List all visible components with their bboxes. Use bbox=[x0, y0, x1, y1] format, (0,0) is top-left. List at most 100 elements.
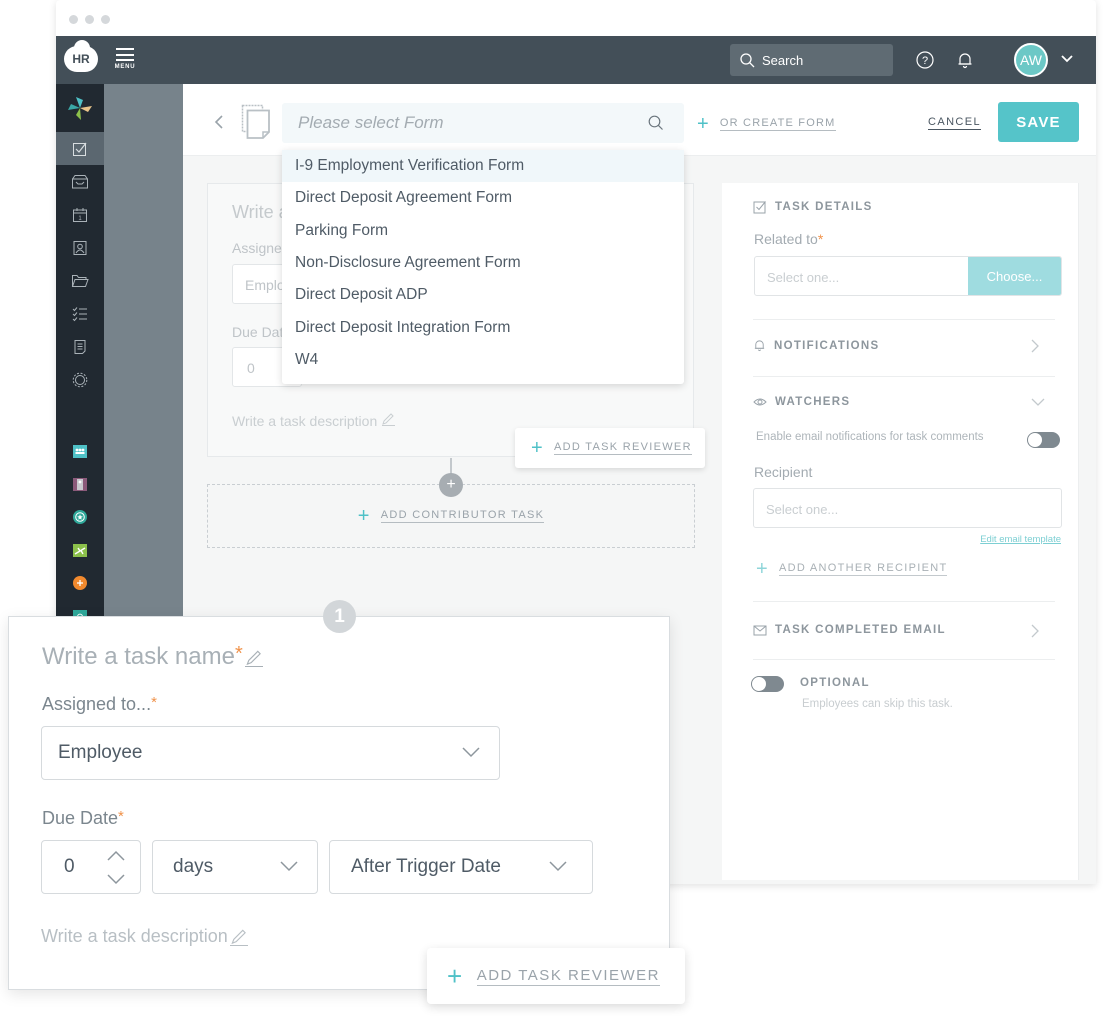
due-date-label: Due Dat bbox=[232, 324, 284, 340]
plus-icon: + bbox=[357, 505, 371, 527]
optional-description: Employees can skip this task. bbox=[802, 698, 953, 710]
top-navbar: HR MENU Search ? AW bbox=[56, 36, 1096, 84]
create-form-link[interactable]: + OR CREATE FORM bbox=[697, 114, 836, 134]
user-avatar[interactable]: AW bbox=[1014, 43, 1048, 77]
eye-icon bbox=[753, 398, 767, 406]
stepper-up-icon[interactable] bbox=[106, 849, 126, 863]
due-amount-stepper[interactable]: 0 bbox=[41, 840, 141, 894]
global-search-input[interactable]: Search bbox=[730, 44, 893, 76]
plus-icon: + bbox=[447, 961, 464, 991]
sidebar-item-calendar[interactable]: 1 bbox=[56, 198, 104, 231]
add-another-recipient-button[interactable]: + ADD ANOTHER RECIPIENT bbox=[756, 559, 948, 579]
divider bbox=[753, 376, 1055, 377]
dropdown-option[interactable]: Parking Form bbox=[282, 215, 684, 247]
due-relation-select[interactable]: After Trigger Date bbox=[329, 840, 593, 894]
assigned-to-select[interactable]: Employee bbox=[41, 726, 500, 780]
task-card: Write a task name * Assigned to...* Empl… bbox=[8, 616, 670, 990]
divider bbox=[753, 601, 1055, 602]
folder-icon bbox=[71, 274, 89, 287]
back-chevron-icon[interactable] bbox=[213, 114, 225, 130]
window-maximize-dot[interactable] bbox=[101, 15, 110, 24]
task-details-panel: TASK DETAILS Related to* Select one... C… bbox=[722, 183, 1079, 880]
recipient-input[interactable]: Select one... bbox=[753, 488, 1062, 528]
divider bbox=[753, 659, 1055, 660]
dropdown-option[interactable]: Non-Disclosure Agreement Form bbox=[282, 247, 684, 279]
add-app-icon bbox=[73, 575, 87, 590]
sidebar-item-directory[interactable] bbox=[56, 231, 104, 264]
hamburger-icon bbox=[116, 48, 134, 61]
chevron-right-icon[interactable] bbox=[1030, 623, 1040, 639]
chevron-right-icon[interactable] bbox=[1030, 338, 1040, 354]
due-unit-select[interactable]: days bbox=[152, 840, 318, 894]
sidebar-item-documents[interactable] bbox=[56, 264, 104, 297]
checkbox-icon bbox=[753, 201, 766, 214]
window-close-dot[interactable] bbox=[69, 15, 78, 24]
due-date-label: Due Date* bbox=[42, 808, 124, 828]
email-notifications-toggle[interactable] bbox=[1027, 432, 1060, 448]
sidebar-app-badge[interactable] bbox=[56, 467, 104, 500]
related-to-label: Related to* bbox=[754, 231, 824, 247]
dropdown-option[interactable]: Direct Deposit Agreement Form bbox=[282, 182, 684, 214]
checkbox-icon bbox=[73, 142, 87, 156]
envelope-icon bbox=[753, 625, 767, 635]
chevron-down-icon bbox=[462, 747, 480, 758]
award-app-icon bbox=[73, 509, 87, 524]
divider bbox=[753, 319, 1055, 320]
badge-app-icon bbox=[73, 477, 87, 491]
chevron-down-icon[interactable] bbox=[1030, 397, 1046, 407]
task-name-input[interactable]: Write a task name * bbox=[42, 643, 263, 671]
step-number-badge: 1 bbox=[323, 600, 356, 633]
task-description-input[interactable]: Write a task description bbox=[41, 926, 248, 947]
hr-logo[interactable]: HR bbox=[64, 40, 98, 72]
document-icon bbox=[74, 339, 86, 354]
sidebar-item-tasks[interactable] bbox=[56, 132, 104, 165]
menu-button[interactable]: MENU bbox=[113, 48, 137, 70]
dropdown-option[interactable]: Direct Deposit ADP bbox=[282, 279, 684, 311]
insert-task-button[interactable]: + bbox=[439, 473, 463, 497]
travel-app-icon bbox=[73, 543, 87, 557]
dropdown-option[interactable]: Direct Deposit Integration Form bbox=[282, 311, 684, 343]
task-completed-email-header[interactable]: TASK COMPLETED EMAIL bbox=[753, 624, 946, 636]
search-icon bbox=[740, 52, 755, 67]
help-icon[interactable]: ? bbox=[915, 50, 935, 70]
sidebar-item-checklists[interactable] bbox=[56, 297, 104, 330]
stepper-down-icon[interactable] bbox=[106, 872, 126, 886]
app-switcher-logo[interactable] bbox=[56, 84, 104, 132]
form-select-input[interactable]: Please select Form bbox=[282, 103, 684, 143]
team-app-icon bbox=[73, 444, 87, 458]
checklist-icon bbox=[72, 306, 87, 321]
save-button[interactable]: SAVE bbox=[998, 102, 1079, 142]
task-name-placeholder[interactable]: Write a bbox=[232, 202, 289, 223]
chevron-down-icon[interactable] bbox=[1060, 52, 1074, 66]
plus-icon: + bbox=[531, 437, 544, 459]
related-to-input[interactable]: Select one... Choose... bbox=[754, 256, 1062, 296]
pencil-icon bbox=[244, 650, 263, 667]
window-minimize-dot[interactable] bbox=[85, 15, 94, 24]
sidebar-item-settings[interactable] bbox=[56, 363, 104, 396]
notifications-header[interactable]: NOTIFICATIONS bbox=[753, 339, 880, 352]
sidebar-app-add[interactable] bbox=[56, 566, 104, 599]
watchers-header[interactable]: WATCHERS bbox=[753, 396, 850, 408]
sidebar-item-inbox[interactable] bbox=[56, 165, 104, 198]
gear-icon bbox=[72, 372, 88, 387]
edit-email-template-link[interactable]: Edit email template bbox=[980, 534, 1061, 545]
sidebar-app-award[interactable] bbox=[56, 500, 104, 533]
sidebar-app-travel[interactable] bbox=[56, 533, 104, 566]
assigned-label: Assigne bbox=[232, 240, 282, 256]
form-document-icon bbox=[241, 104, 270, 139]
choose-button[interactable]: Choose... bbox=[968, 257, 1061, 295]
dropdown-option[interactable]: W4 bbox=[282, 344, 684, 376]
cancel-button[interactable]: CANCEL bbox=[928, 116, 982, 130]
optional-toggle[interactable] bbox=[751, 676, 784, 692]
add-task-reviewer-button[interactable]: + ADD TASK REVIEWER bbox=[427, 948, 685, 1004]
bell-icon[interactable] bbox=[955, 50, 975, 70]
search-icon bbox=[648, 115, 663, 130]
sidebar-item-forms[interactable] bbox=[56, 330, 104, 363]
dropdown-option[interactable]: I-9 Employment Verification Form bbox=[282, 150, 684, 183]
optional-label: OPTIONAL bbox=[800, 677, 870, 689]
calendar-icon: 1 bbox=[73, 207, 87, 222]
add-task-reviewer-button[interactable]: + ADD TASK REVIEWER bbox=[515, 428, 705, 468]
sidebar-app-team[interactable] bbox=[56, 434, 104, 467]
svg-text:?: ? bbox=[922, 55, 928, 67]
task-description-placeholder[interactable]: Write a task description bbox=[232, 412, 396, 429]
